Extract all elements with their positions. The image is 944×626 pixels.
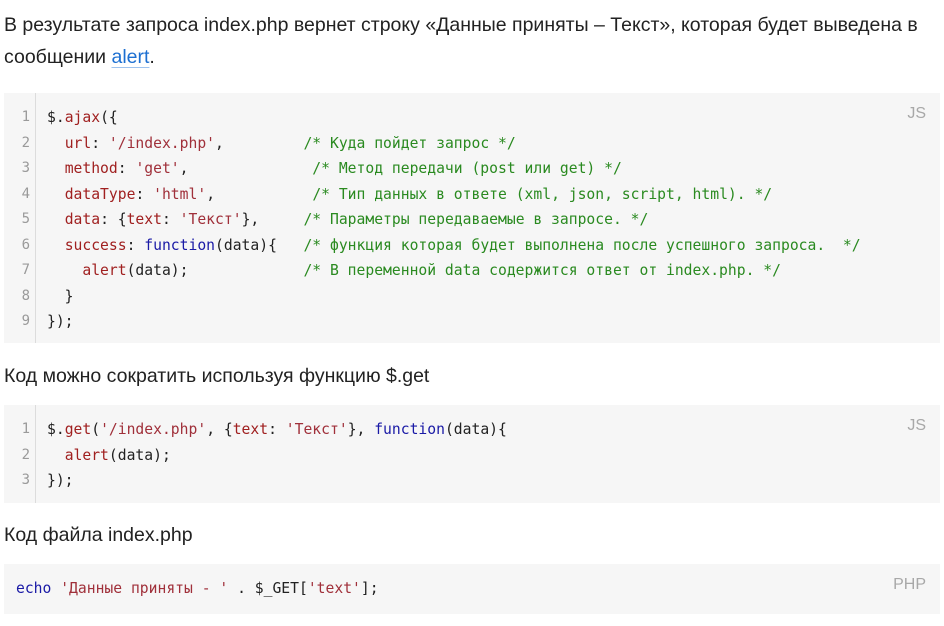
- intro-period: .: [149, 46, 155, 68]
- line-number: 8: [21, 287, 30, 304]
- code-line: dataType: 'html', /* Тип данных в ответе…: [47, 182, 772, 208]
- code-token: /* Метод передачи (post или get) */: [312, 160, 622, 177]
- code-token: (data){: [444, 421, 507, 438]
- language-label: PHP: [893, 576, 926, 593]
- line-number: 2: [21, 134, 30, 151]
- code-block-ajax: JS 1 $.ajax({ 2 url: '/index.php', /* Куда…: [4, 93, 940, 343]
- code-token: :: [117, 160, 136, 177]
- code-token: ];: [360, 580, 379, 597]
- code-token: });: [47, 472, 74, 489]
- code-token: alert: [64, 446, 109, 464]
- code-token: ,: [206, 185, 313, 203]
- code-line: $.get('/index.php', {text: 'Текст'}, fun…: [47, 417, 507, 443]
- code-token: get: [64, 421, 92, 438]
- line-number: 3: [21, 160, 30, 176]
- code-line: });: [47, 309, 74, 335]
- code-token: :: [268, 421, 286, 438]
- code-token: 'Данные приняты - ': [60, 580, 229, 597]
- code-token: 'get': [135, 160, 180, 177]
- code-token: . $_GET[: [228, 580, 308, 597]
- code-token: },: [347, 421, 375, 438]
- code-token: : {: [100, 211, 127, 228]
- code-token: });: [47, 313, 74, 330]
- line-number: 9: [21, 313, 30, 329]
- code-token: :: [161, 211, 180, 228]
- code-token: function: [144, 236, 216, 254]
- language-label: JS: [907, 417, 926, 434]
- code-token: data: [64, 211, 101, 228]
- code-token: $.: [47, 421, 65, 438]
- line-number: 3: [21, 472, 30, 488]
- code-token: :: [135, 185, 154, 203]
- code-token: 'html': [153, 185, 207, 203]
- code-token: $.: [47, 109, 65, 126]
- code-block-php: PHP echo 'Данные приняты - ' . $_GET['te…: [4, 564, 940, 614]
- code-line: success: function(data){ /* функция кото…: [47, 233, 861, 259]
- line-number: 7: [21, 262, 30, 278]
- line-number: 2: [21, 446, 30, 463]
- code-token: 'Текст': [179, 211, 242, 228]
- code-token: echo: [16, 580, 52, 597]
- code-token: (data){: [215, 236, 304, 254]
- code-token: 'text': [307, 580, 361, 597]
- line-number: 4: [21, 185, 30, 202]
- intro-paragraph: В результате запроса index.php вернет ст…: [4, 9, 934, 73]
- code-block-get: JS 1 $.get('/index.php', {text: 'Текст'},…: [4, 405, 940, 503]
- code-line: alert(data); /* В переменной data содерж…: [47, 258, 781, 284]
- code-token: :: [126, 236, 145, 254]
- code-token: (data);: [126, 262, 304, 279]
- code-line: $.ajax({: [47, 105, 118, 131]
- code-token: (: [91, 421, 101, 438]
- code-token: },: [241, 211, 304, 228]
- line-number: 1: [21, 421, 30, 437]
- line-number: 5: [21, 211, 30, 227]
- code-token: /* Тип данных в ответе (xml, json, scrip…: [312, 185, 773, 203]
- code-token: , {: [206, 421, 233, 438]
- code-token: '/index.php': [100, 421, 207, 438]
- code-token: method: [64, 160, 118, 177]
- line-number: 1: [21, 109, 30, 125]
- code-line: data: {text: 'Текст'}, /* Параметры пере…: [47, 207, 649, 233]
- code-line: }: [47, 284, 74, 310]
- code-token: success: [64, 236, 127, 254]
- code-token: dataType: [64, 185, 136, 203]
- code-line: echo 'Данные приняты - ' . $_GET['text']…: [16, 576, 379, 602]
- code-token: url: [64, 134, 92, 152]
- code-token: :: [91, 134, 109, 152]
- code-line: url: '/index.php', /* Куда пойдет запрос…: [47, 131, 516, 157]
- paragraph-php-file: Код файла index.php: [4, 524, 193, 546]
- code-token: text: [126, 211, 162, 228]
- code-token: /* функция которая будет выполнена после…: [303, 236, 861, 254]
- code-line: method: 'get', /* Метод передачи (post и…: [47, 156, 622, 182]
- code-token: /* В переменной data содержится ответ от…: [303, 262, 781, 279]
- language-label: JS: [907, 105, 926, 122]
- code-token: 'Текст': [285, 421, 348, 438]
- code-token: /* Куда пойдет запрос */: [303, 134, 516, 152]
- code-token: '/index.php': [108, 134, 216, 152]
- code-token: ({: [100, 109, 118, 126]
- code-line: });: [47, 468, 74, 494]
- code-token: ajax: [64, 109, 101, 126]
- code-token: (data);: [108, 446, 171, 464]
- code-token: text: [232, 421, 269, 438]
- alert-link[interactable]: alert: [111, 46, 149, 68]
- code-token: ,: [215, 134, 304, 152]
- line-number: 6: [21, 236, 30, 253]
- code-token: function: [374, 421, 445, 438]
- code-token: /* Параметры передаваемые в запросе. */: [303, 211, 649, 228]
- code-token: ,: [179, 160, 313, 177]
- paragraph-get: Код можно сократить используя функцию $.…: [4, 365, 430, 387]
- code-token: alert: [82, 262, 127, 279]
- code-token: }: [47, 287, 74, 305]
- code-line: alert(data);: [47, 443, 171, 469]
